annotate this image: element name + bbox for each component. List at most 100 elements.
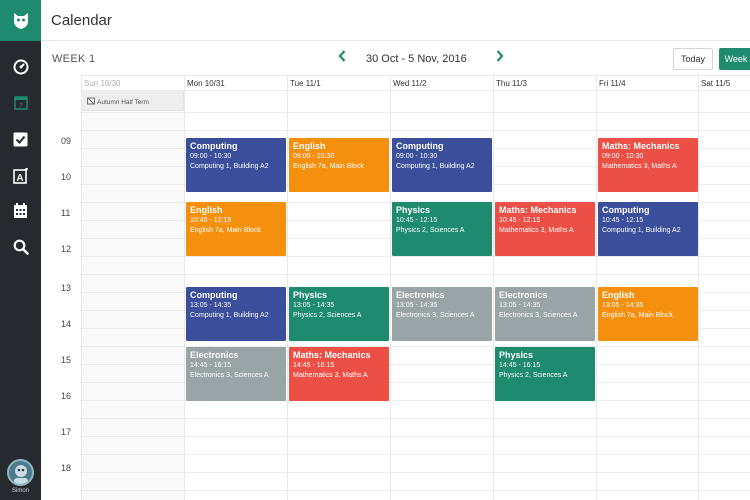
- column-divider: [81, 75, 82, 500]
- event-room: Physics 2, Sciences A: [396, 227, 465, 234]
- nav-search[interactable]: [0, 235, 41, 259]
- event-title: Computing: [190, 290, 238, 300]
- event-card[interactable]: Physics 14:45 - 16:15 Physics 2, Sciences …: [495, 347, 595, 401]
- owl-logo-icon: [13, 12, 28, 29]
- event-card[interactable]: Physics 13:05 - 14:35 Physics 2, Sciences …: [289, 287, 389, 341]
- day-header[interactable]: Thu 11/3: [493, 75, 596, 90]
- chevron-right-icon: [496, 50, 504, 62]
- hour-label: 13: [61, 283, 72, 293]
- event-time: 09:00 - 10:30: [190, 153, 232, 160]
- dashboard-icon: [13, 59, 28, 75]
- column-divider: [184, 75, 185, 500]
- hour-label: 11: [61, 208, 71, 218]
- event-card[interactable]: Electronics 13:05 - 14:35 Electronics 3, S…: [392, 287, 492, 341]
- sunday-column: [81, 112, 184, 500]
- event-room: Computing 1, Building A2: [396, 163, 475, 170]
- event-card[interactable]: Computing 09:00 - 10:30 Computing 1, Build…: [186, 138, 286, 192]
- event-card[interactable]: Maths: Mechanics 10:45 - 12:15 Mathematics…: [495, 202, 595, 256]
- event-room: Computing 1, Building A2: [190, 163, 269, 170]
- nav-timetable[interactable]: [0, 199, 41, 223]
- day-header[interactable]: Wed 11/2: [390, 75, 493, 90]
- event-card[interactable]: English 10:45 - 12:15 English 7a, Main Blo…: [186, 202, 286, 256]
- hour-label: 17: [61, 427, 72, 437]
- sidebar: 7 A Simon: [0, 0, 41, 500]
- day-header[interactable]: Mon 10/31: [184, 75, 287, 90]
- grid-line: [80, 346, 750, 347]
- event-card[interactable]: Computing 13:05 - 14:35 Computing 1, Build…: [186, 287, 286, 341]
- avatar[interactable]: [7, 459, 34, 486]
- day-header[interactable]: Tue 11/1: [287, 75, 390, 90]
- grid-line: [80, 364, 750, 365]
- previous-week-button[interactable]: [337, 49, 347, 66]
- event-time: 10:45 - 12:15: [499, 217, 541, 224]
- hour-label: 12: [61, 244, 72, 254]
- calendar-toolbar: WEEK 1 30 Oct - 5 Nov, 2016 Today Week: [41, 41, 750, 75]
- column-divider: [698, 75, 699, 500]
- user-name: Simon: [11, 488, 29, 494]
- event-time: 13:05 - 14:35: [499, 302, 541, 309]
- event-card[interactable]: Physics 10:45 - 12:15 Physics 2, Sciences …: [392, 202, 492, 256]
- event-card[interactable]: English 09:00 - 10:30 English 7a, Main Blo…: [289, 138, 389, 192]
- user-avatar-icon: [13, 464, 28, 484]
- nav-day-calendar[interactable]: 7: [0, 90, 41, 114]
- event-card[interactable]: Maths: Mechanics 09:00 - 10:30 Mathematics…: [598, 138, 698, 192]
- grid-line: [80, 472, 750, 473]
- event-card[interactable]: Electronics 14:45 - 16:15 Electronics 3, S…: [186, 347, 286, 401]
- event-room: Mathematics 3, Maths A: [602, 163, 677, 170]
- app-logo[interactable]: [0, 0, 41, 41]
- event-time: 14:45 - 16:15: [190, 362, 232, 369]
- grid-line: [80, 400, 750, 401]
- event-title: Electronics: [396, 290, 445, 300]
- event-title: Physics: [499, 350, 534, 360]
- checkbox-icon: [13, 132, 28, 146]
- event-card[interactable]: Computing 10:45 - 12:15 Computing 1, Build…: [598, 202, 698, 256]
- event-title: Electronics: [499, 290, 548, 300]
- event-time: 13:05 - 14:35: [396, 302, 438, 309]
- grades-icon: A: [12, 168, 28, 184]
- today-button[interactable]: Today: [673, 48, 713, 70]
- no-school-icon: [87, 97, 95, 105]
- hour-label: 10: [61, 172, 72, 182]
- nav-grades[interactable]: A: [0, 164, 41, 188]
- event-title: English: [293, 141, 326, 151]
- day-header[interactable]: Fri 11/4: [596, 75, 699, 90]
- week-label: WEEK 1: [52, 53, 96, 65]
- event-room: Computing 1, Building A2: [602, 227, 681, 234]
- grid-line: [80, 256, 750, 257]
- event-time: 14:45 - 16:15: [293, 362, 335, 369]
- day-header[interactable]: Sat 11/5: [698, 75, 750, 90]
- day-header[interactable]: Sun 10/30: [81, 75, 184, 90]
- event-title: Maths: Mechanics: [602, 141, 680, 151]
- event-time: 10:45 - 12:15: [396, 217, 438, 224]
- hour-label: 15: [61, 355, 72, 365]
- grid-line: [80, 454, 750, 455]
- event-card[interactable]: Maths: Mechanics 14:45 - 16:15 Mathematics…: [289, 347, 389, 401]
- event-room: Electronics 3, Sciences A: [499, 312, 578, 319]
- event-card[interactable]: English 13:05 - 14:35 English 7a, Main Blo…: [598, 287, 698, 341]
- grid-line: [80, 490, 750, 491]
- event-card[interactable]: Electronics 13:05 - 14:35 Electronics 3, S…: [495, 287, 595, 341]
- nav-dashboard[interactable]: [0, 55, 41, 79]
- grid-line: [80, 274, 750, 275]
- column-divider: [493, 75, 494, 500]
- week-view-button[interactable]: Week: [719, 48, 750, 70]
- week-grid: Autumn Half Term Sun 10/30 Mon 10/31 Tue 1…: [41, 75, 750, 500]
- event-room: Physics 2, Sciences A: [293, 312, 362, 319]
- event-room: Electronics 3, Sciences A: [190, 372, 269, 379]
- event-time: 13:05 - 14:35: [602, 302, 644, 309]
- event-card[interactable]: Computing 09:00 - 10:30 Computing 1, Build…: [392, 138, 492, 192]
- next-week-button[interactable]: [495, 49, 505, 66]
- event-room: English 7a, Main Block: [190, 227, 261, 234]
- grid-line: [80, 418, 750, 419]
- event-title: Computing: [396, 141, 444, 151]
- all-day-event[interactable]: Autumn Half Term: [81, 90, 184, 111]
- event-title: Maths: Mechanics: [293, 350, 371, 360]
- grid-line: [80, 90, 750, 91]
- event-room: Physics 2, Sciences A: [499, 372, 568, 379]
- hour-label: 09: [61, 136, 72, 146]
- event-time: 09:00 - 10:30: [602, 153, 644, 160]
- column-divider: [390, 75, 391, 500]
- header: Calendar: [41, 0, 750, 41]
- date-range: 30 Oct - 5 Nov, 2016: [366, 53, 467, 65]
- nav-tasks[interactable]: [0, 127, 41, 151]
